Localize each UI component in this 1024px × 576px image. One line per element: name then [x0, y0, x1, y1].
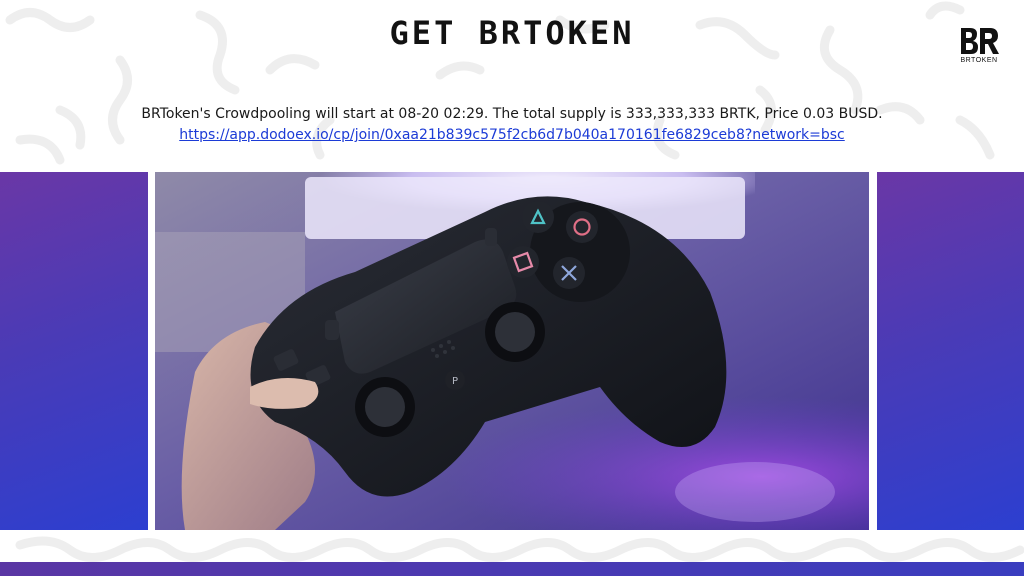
- game-controller-photo: P: [155, 172, 869, 530]
- right-gradient-panel: [877, 172, 1024, 530]
- logo-text: BRTOKEN: [960, 57, 998, 64]
- info-text: BRToken's Crowdpooling will start at 08-…: [141, 106, 883, 122]
- svg-text:P: P: [452, 376, 458, 387]
- left-gradient-panel: [0, 172, 148, 530]
- brand-logo: BRTOKEN: [953, 26, 1005, 68]
- dodoex-link[interactable]: https://app.dodoex.io/cp/join/0xaa21b839…: [179, 127, 845, 143]
- header: GET BRTOKEN BRTOKEN BRToken's Crowdpooli…: [0, 0, 1024, 170]
- page-title: GET BRTOKEN: [389, 14, 635, 52]
- crowdpool-info: BRToken's Crowdpooling will start at 08-…: [0, 104, 1024, 146]
- footer-bar: [0, 562, 1024, 576]
- game-controller-image: P: [155, 172, 869, 530]
- br-logo-icon: [961, 28, 999, 54]
